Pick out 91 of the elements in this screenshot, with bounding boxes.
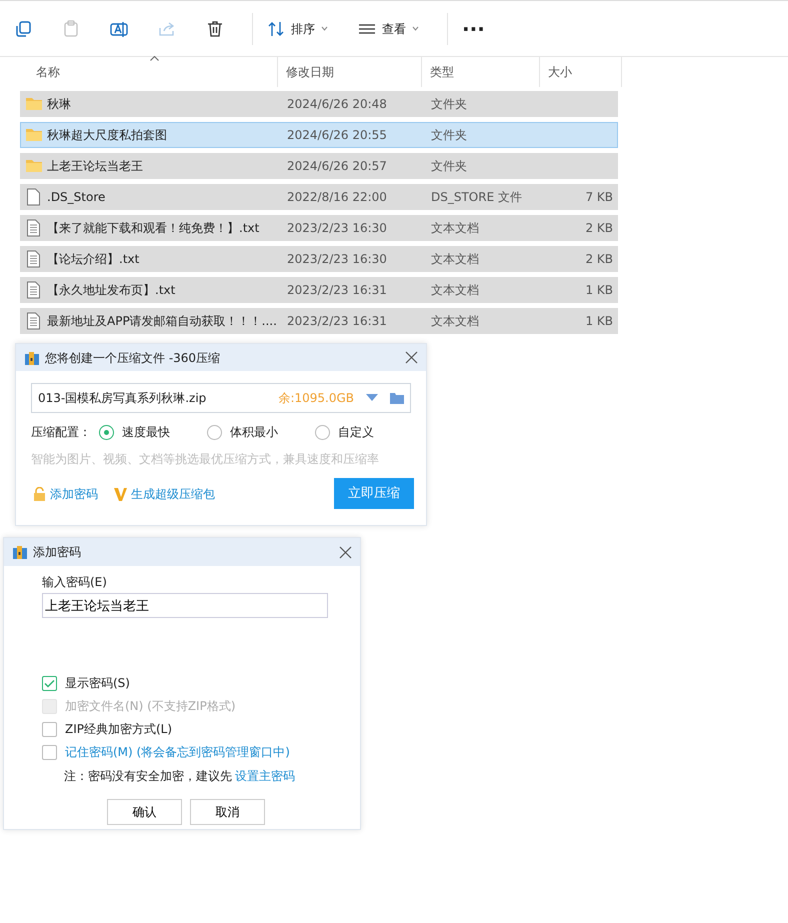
radio-option[interactable]: 体积最小	[207, 423, 287, 441]
folder-icon	[25, 95, 42, 113]
caret-icon	[321, 26, 328, 31]
free-space-text: 余:1095.0GB	[278, 390, 354, 407]
text-file-icon	[25, 312, 42, 330]
checkbox-option[interactable]: 显示密码(S)	[42, 675, 130, 691]
close-icon	[339, 546, 352, 559]
date-text: 2024/6/26 20:48	[287, 97, 387, 111]
date-text: 2023/2/23 16:31	[287, 314, 387, 328]
folder-icon	[25, 157, 42, 175]
file-name: 秋琳超大尺度私拍套图	[47, 127, 167, 144]
super-pack-link[interactable]: 生成超级压缩包	[114, 484, 215, 502]
delete-icon	[206, 20, 224, 38]
copy-icon	[14, 20, 32, 38]
sort-caret-icon	[150, 56, 159, 61]
checkmark-icon	[44, 678, 55, 688]
checkbox-option: 加密文件名(N) (不支持ZIP格式)	[42, 698, 236, 714]
checkbox-option[interactable]: 记住密码(M) (将会备忘到密码管理窗口中)	[42, 744, 290, 760]
date-text: 2022/8/16 22:00	[287, 190, 387, 204]
cancel-button[interactable]: 取消	[190, 799, 265, 825]
file-icon	[25, 188, 42, 206]
file-row[interactable]: 【永久地址发布页】.txt 2023/2/23 16:31 文本文档 1 KB	[20, 277, 618, 303]
type-text: 文本文档	[431, 252, 479, 266]
note-text: 注：密码没有安全加密，建议先	[64, 768, 232, 785]
v-icon	[114, 486, 127, 500]
file-name: .DS_Store	[47, 189, 106, 206]
dialog-title: 添加密码	[33, 544, 81, 561]
date-text: 2023/2/23 16:31	[287, 283, 387, 297]
size-text: 2 KB	[585, 252, 613, 266]
type-text: DS_STORE 文件	[431, 190, 522, 204]
sort-button[interactable]: 排序	[259, 16, 336, 42]
add-password-link[interactable]: 添加密码	[33, 484, 98, 502]
type-text: 文本文档	[431, 221, 479, 235]
size-text: 1 KB	[585, 314, 613, 328]
hint-text: 智能为图片、视频、文档等挑选最优压缩方式，兼具速度和压缩率	[31, 451, 380, 468]
size-text: 1 KB	[585, 283, 613, 297]
padlock-icon	[33, 486, 46, 500]
date-text: 2023/2/23 16:30	[287, 252, 387, 266]
type-text: 文本文档	[431, 314, 479, 328]
field-label: 输入密码(E)	[42, 574, 108, 591]
date-text: 2023/2/23 16:30	[287, 221, 387, 235]
app-logo-icon	[24, 350, 40, 366]
text-file-icon	[25, 219, 42, 237]
file-name: 秋琳	[47, 96, 71, 113]
column-header[interactable]: 名称	[20, 57, 278, 87]
dropdown-icon	[366, 394, 378, 402]
app-logo-icon	[12, 544, 28, 560]
config-label: 压缩配置：	[31, 424, 91, 441]
type-text: 文件夹	[431, 128, 467, 142]
date-text: 2024/6/26 20:57	[287, 159, 387, 173]
file-row[interactable]: 秋琳 2024/6/26 20:48 文件夹	[20, 91, 618, 117]
master-password-link[interactable]: 设置主密码	[235, 767, 295, 785]
column-header[interactable]: 类型	[422, 57, 540, 87]
password-field[interactable]: 上老王论坛当老王	[42, 593, 328, 618]
size-text: 2 KB	[585, 221, 613, 235]
close-icon	[405, 351, 418, 364]
text-file-icon	[25, 281, 42, 299]
view-button[interactable]: 查看	[350, 16, 427, 42]
file-row[interactable]: 最新地址及APP请发邮箱自动获取！！！.... 2023/2/23 16:31 文本文档 1 KB	[20, 308, 618, 334]
caret-icon	[412, 26, 419, 31]
checkbox-option[interactable]: ZIP经典加密方式(L)	[42, 721, 172, 737]
file-name: 最新地址及APP请发邮箱自动获取！！！....	[47, 313, 277, 330]
file-row[interactable]: 秋琳超大尺度私拍套图 2024/6/26 20:55 文件夹	[20, 122, 618, 148]
file-row[interactable]: 【来了就能下载和观看！纯免费！】.txt 2023/2/23 16:30 文本文档 2 KB	[20, 215, 618, 241]
more-button[interactable]: ···	[454, 14, 493, 42]
file-name: 【永久地址发布页】.txt	[47, 282, 176, 299]
radio-option[interactable]: 速度最快	[99, 423, 179, 441]
column-header[interactable]: 修改日期	[278, 57, 422, 87]
file-name: 【论坛介绍】.txt	[47, 251, 140, 268]
file-row[interactable]: 上老王论坛当老王 2024/6/26 20:57 文件夹	[20, 153, 618, 179]
radio-option[interactable]: 自定义	[315, 423, 395, 441]
folder-icon	[390, 392, 404, 404]
sort-icon	[267, 20, 285, 38]
share-icon	[158, 20, 176, 38]
file-row[interactable]: .DS_Store 2022/8/16 22:00 DS_STORE 文件 7 KB	[20, 184, 618, 210]
folder-icon	[25, 126, 42, 144]
clipboard-icon	[62, 20, 80, 38]
column-header[interactable]: 大小	[540, 57, 622, 87]
size-text: 7 KB	[585, 190, 613, 204]
text-file-icon	[25, 250, 42, 268]
rename-icon	[110, 20, 128, 38]
dialog-title: 您将创建一个压缩文件 -360压缩	[45, 350, 220, 366]
filename-field[interactable]: 013-国模私房写真系列秋琳.zip 余:1095.0GB	[31, 383, 411, 413]
date-text: 2024/6/26 20:55	[287, 128, 387, 142]
type-text: 文本文档	[431, 283, 479, 297]
file-name: 【来了就能下载和观看！纯免费！】.txt	[47, 220, 260, 237]
type-text: 文件夹	[431, 97, 467, 111]
confirm-button[interactable]: 确认	[107, 799, 182, 825]
type-text: 文件夹	[431, 159, 467, 173]
file-name: 上老王论坛当老王	[47, 158, 143, 175]
file-row[interactable]: 【论坛介绍】.txt 2023/2/23 16:30 文本文档 2 KB	[20, 246, 618, 272]
